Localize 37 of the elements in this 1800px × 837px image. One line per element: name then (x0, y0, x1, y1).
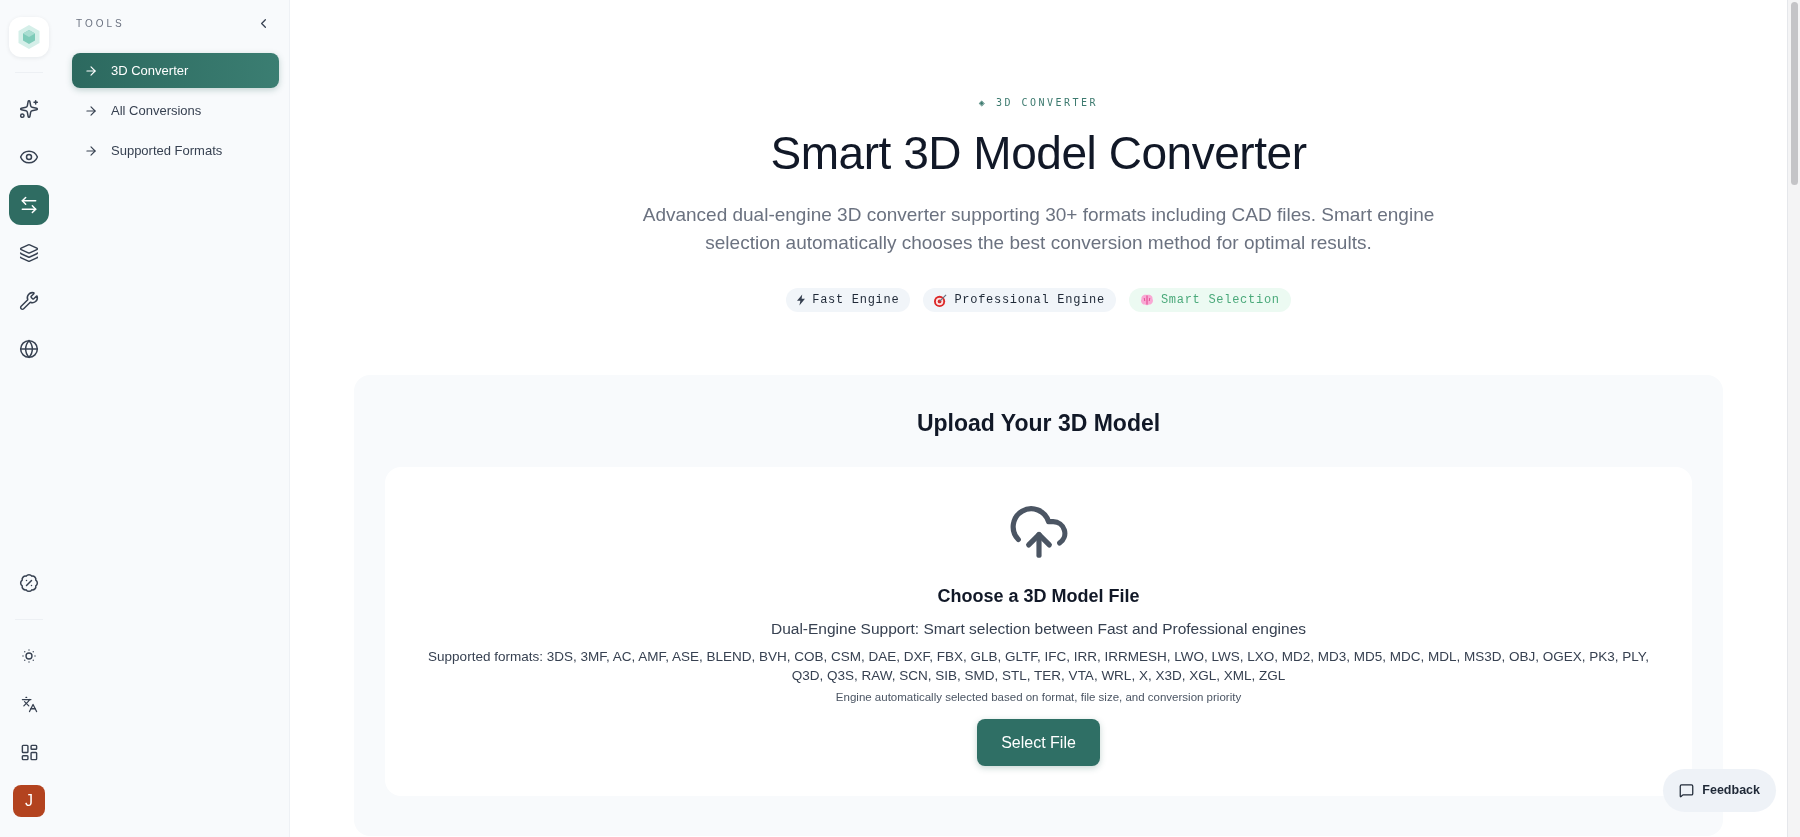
translate-icon (20, 695, 38, 713)
section-title: Upload Your 3D Model (915, 409, 1162, 437)
tag-label: Professional Engine (954, 292, 1105, 309)
lightning-icon (797, 294, 806, 306)
sidebar-item[interactable]: All Conversions (72, 93, 279, 128)
supported-formats-text: Supported formats: 3DS, 3MF, AC, AMF, ASE, BLEND, BVH, COB, CSM, DAE, DXF, FBX, GLB, GLTF, IFC, IRR, IRRMESH, LWO, LWS, LXO, MD2, MD3, MD5, MDC, MDL, MS3D, OBJ, OGEX, PK3, PLY, Q3D, Q3S, RAW, SCN, SIB, SMD, STL, TER, VTA, WRL, X, X3D, XGL, XML, ZGL (427, 648, 1650, 685)
section-heading: TOOLS (76, 17, 125, 31)
feedback-button[interactable]: Feedback (1663, 769, 1776, 812)
layers-icon (19, 243, 39, 263)
percent-badge-icon (19, 573, 39, 593)
tag-label: Smart Selection (1160, 292, 1280, 309)
arrow-right-icon (84, 103, 98, 118)
sun-icon (20, 647, 38, 665)
sparkles-icon (19, 99, 39, 119)
eyebrow-label: ◈ 3D CONVERTER (978, 96, 1099, 110)
wrench-icon (19, 291, 39, 311)
select-file-button[interactable]: Select File (977, 719, 1100, 766)
nav-button[interactable] (9, 185, 49, 225)
grid-icon (19, 742, 39, 762)
page-title: Smart 3D Model Converter (770, 127, 1307, 179)
avatar-button[interactable]: J (13, 785, 45, 817)
globe-icon (19, 339, 39, 359)
target-icon (934, 293, 948, 307)
speech-bubble-icon (1679, 783, 1695, 798)
dropzone-subtitle: Dual-Engine Support: Smart selection between Fast and Professional engines (770, 619, 1307, 639)
tag-label: Fast Engine (812, 292, 900, 309)
scrollbar-thumb[interactable] (1790, 2, 1798, 185)
eye-icon (19, 147, 39, 167)
arrow-right-icon (84, 63, 98, 78)
dropzone-heading: Choose a 3D Model File (937, 585, 1140, 607)
sidebar-item[interactable]: 3D Converter (72, 53, 279, 88)
brain-icon (1139, 294, 1154, 306)
engine-note: Engine automatically selected based on format, file size, and conversion priority (835, 690, 1242, 705)
dropzone-card[interactable] (385, 467, 1692, 796)
left-right-arrows-icon (19, 195, 39, 215)
page-description: Advanced dual-engine 3D converter supporting 30+ formats including CAD files. Smart engine selection automatically chooses the best conversion method for optimal results. (641, 203, 1436, 255)
sidebar-item[interactable]: Supported Formats (72, 133, 279, 168)
